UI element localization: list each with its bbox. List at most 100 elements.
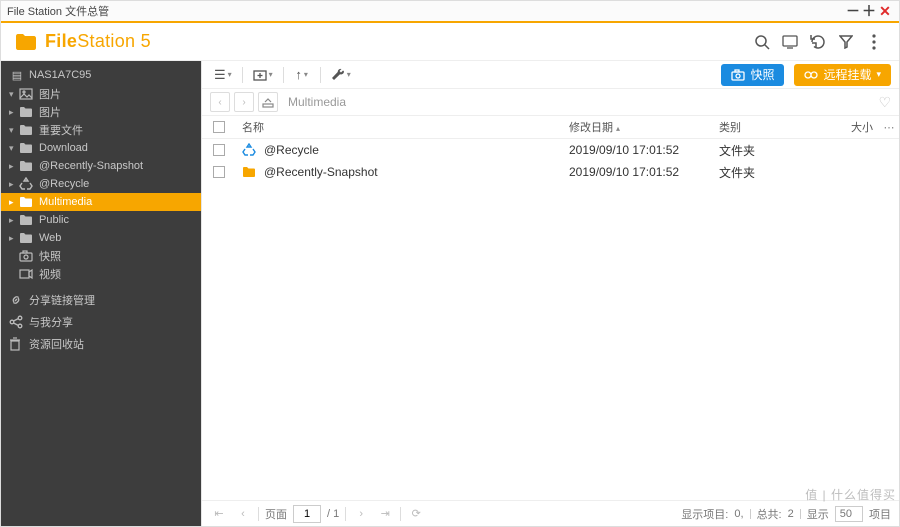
col-more-icon[interactable]: ⋯	[879, 121, 899, 134]
expand-arrow-icon: ▸	[9, 161, 19, 172]
breadcrumb-bar: ‹ › Multimedia ♡	[202, 89, 899, 115]
more-icon[interactable]	[863, 31, 885, 53]
pager-last-button[interactable]: ⇥	[376, 507, 394, 520]
pager-total: 2	[788, 508, 794, 520]
sidebar-root-label: NAS1A7C95	[29, 69, 91, 81]
search-icon[interactable]	[751, 31, 773, 53]
sidebar-item-label: 重要文件	[39, 122, 83, 138]
expand-arrow-icon: ▾	[9, 125, 19, 136]
sidebar-item[interactable]: ▾ 重要文件	[1, 121, 201, 139]
window-title: File Station 文件总管	[7, 3, 845, 19]
snapshot-label: 快照	[750, 66, 774, 83]
pager-items-label: 显示项目:	[681, 506, 728, 522]
row-modified: 2019/09/10 17:01:52	[569, 143, 719, 157]
expand-arrow-icon: ▾	[9, 143, 19, 154]
expand-arrow-icon: ▸	[9, 179, 19, 190]
sidebar-item-label: 快照	[39, 248, 61, 264]
row-checkbox[interactable]	[213, 144, 225, 156]
brand-name: FileStation 5	[45, 31, 151, 52]
breadcrumb-path[interactable]: Multimedia	[282, 95, 874, 109]
trash-icon	[9, 337, 25, 351]
filter-icon[interactable]	[835, 31, 857, 53]
col-modified[interactable]: 修改日期▴	[569, 119, 719, 135]
pager-page-label: 页面	[265, 506, 287, 522]
folder-icon	[19, 124, 35, 136]
pager-prev-button[interactable]: ‹	[234, 508, 252, 520]
brand-folder-icon	[15, 33, 37, 51]
sort-asc-icon: ▴	[616, 124, 620, 133]
upload-button[interactable]: ↑▾	[290, 64, 314, 86]
content-pane: ☰▾ ▾ ↑▾ ▾ 快照 远程挂载 ▾ ‹ › Multimedia	[201, 61, 899, 526]
sidebar-section[interactable]: 分享链接管理	[1, 289, 201, 311]
tools-button[interactable]: ▾	[327, 64, 355, 86]
sidebar-item[interactable]: ▸Public	[1, 211, 201, 229]
sidebar-section[interactable]: 与我分享	[1, 311, 201, 333]
pager-items-range: 0,	[734, 508, 743, 520]
sidebar-item[interactable]: ▸图片	[1, 103, 201, 121]
recycle-icon	[19, 177, 35, 191]
window-close-button[interactable]: ✕	[877, 3, 893, 20]
col-size[interactable]: 大小	[819, 119, 879, 135]
create-button[interactable]: ▾	[249, 64, 277, 86]
select-all-checkbox[interactable]	[213, 121, 225, 133]
folder-icon	[19, 106, 35, 118]
nav-forward-button[interactable]: ›	[234, 92, 254, 112]
pager-next-button[interactable]: ›	[352, 508, 370, 520]
sidebar-item[interactable]: ▸ @Recently-Snapshot	[1, 157, 201, 175]
window-maximize-button[interactable]: ＋	[861, 1, 877, 21]
pager-refresh-button[interactable]: ⟳	[407, 507, 425, 520]
nav-back-button[interactable]: ‹	[210, 92, 230, 112]
sidebar-root[interactable]: ▤ NAS1A7C95	[1, 65, 201, 85]
sidebar-item[interactable]: 快照	[1, 247, 201, 265]
remote-mount-label: 远程挂载	[823, 66, 871, 83]
row-name: @Recycle	[264, 143, 319, 157]
brand: FileStation 5	[15, 31, 151, 52]
sidebar-section-label: 资源回收站	[29, 336, 84, 352]
sidebar-item-label: @Recently-Snapshot	[39, 160, 143, 172]
pager-first-button[interactable]: ⇤	[210, 507, 228, 520]
table-header: 名称 修改日期▴ 类别 大小 ⋯	[202, 115, 899, 139]
window-minimize-button[interactable]: －	[845, 1, 861, 21]
table-body: @Recycle 2019/09/10 17:01:52文件夹 @Recently-…	[202, 139, 899, 500]
camera-icon	[731, 69, 745, 81]
sidebar-item[interactable]: ▾ Download	[1, 139, 201, 157]
remote-mount-button[interactable]: 远程挂载 ▾	[794, 64, 891, 86]
pager-total-label: 总共:	[757, 506, 782, 522]
sidebar-section[interactable]: 资源回收站	[1, 333, 201, 355]
sidebar-item[interactable]: ▸@Recycle	[1, 175, 201, 193]
view-mode-button[interactable]: ☰▾	[210, 64, 236, 86]
row-modified: 2019/09/10 17:01:52	[569, 165, 719, 179]
sidebar-item-label: Multimedia	[39, 196, 92, 208]
row-checkbox[interactable]	[213, 166, 225, 178]
row-kind: 文件夹	[719, 142, 819, 159]
col-kind[interactable]: 类别	[719, 119, 819, 135]
favorite-icon[interactable]: ♡	[878, 94, 891, 111]
nav-up-button[interactable]	[258, 92, 278, 112]
row-name: @Recently-Snapshot	[264, 165, 378, 179]
camera-icon	[19, 250, 35, 262]
sidebar-section-label: 与我分享	[29, 314, 73, 330]
pager-page-size[interactable]: 50	[835, 506, 863, 522]
sidebar-item[interactable]: ▾图片	[1, 85, 201, 103]
video-icon	[19, 268, 35, 280]
share-icon	[9, 315, 25, 329]
screen-icon[interactable]	[779, 31, 801, 53]
col-name[interactable]: 名称	[236, 119, 569, 135]
sidebar-item[interactable]: ▸Web	[1, 229, 201, 247]
snapshot-button[interactable]: 快照	[721, 64, 784, 86]
pager-unit: 项目	[869, 506, 891, 522]
expand-arrow-icon: ▸	[9, 215, 19, 226]
table-row[interactable]: @Recycle 2019/09/10 17:01:52文件夹	[202, 139, 899, 161]
sidebar-item-label: 图片	[39, 86, 61, 102]
sidebar-item[interactable]: 视频	[1, 265, 201, 283]
recycle-icon	[242, 143, 258, 157]
expand-arrow-icon: ▸	[9, 107, 19, 118]
sidebar-item-label: Download	[39, 142, 88, 154]
sidebar-item[interactable]: ▸ Multimedia	[1, 193, 201, 211]
refresh-icon[interactable]	[807, 31, 829, 53]
expand-arrow-icon: ▸	[9, 197, 19, 208]
folder-icon	[19, 232, 35, 244]
picture-icon	[19, 88, 35, 100]
pager-page-input[interactable]	[293, 505, 321, 523]
table-row[interactable]: @Recently-Snapshot2019/09/10 17:01:52文件夹	[202, 161, 899, 183]
